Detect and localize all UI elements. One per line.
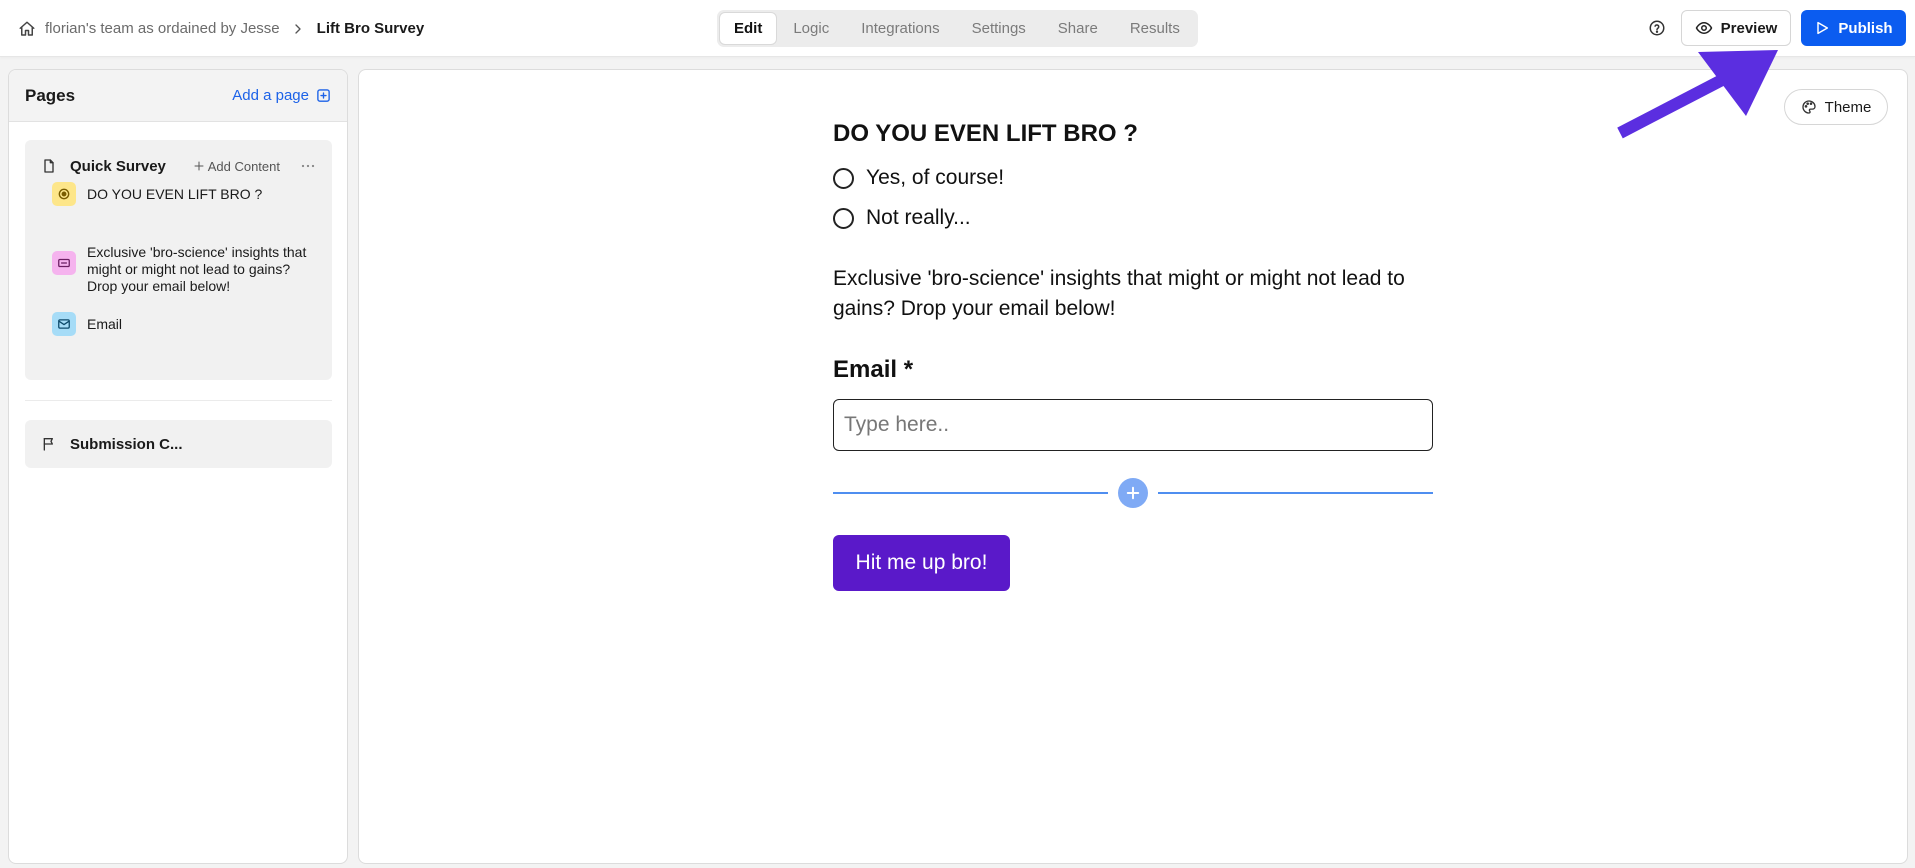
divider-line-right bbox=[1158, 492, 1433, 494]
content-item-label: Email bbox=[87, 316, 123, 332]
content-item-label: Exclusive 'bro-science' insights that mi… bbox=[87, 244, 307, 294]
tab-edit[interactable]: Edit bbox=[719, 12, 778, 45]
chevron-right-icon bbox=[290, 21, 306, 37]
page-card-submission[interactable]: Submission C... bbox=[25, 420, 332, 468]
text-block-icon bbox=[52, 251, 76, 275]
document-icon bbox=[41, 158, 57, 174]
eye-icon bbox=[1695, 19, 1713, 37]
page-header: Quick Survey Add Content bbox=[41, 154, 318, 178]
option-label: Yes, of course! bbox=[866, 166, 1005, 189]
add-page-label: Add a page bbox=[232, 87, 309, 104]
content-item-email[interactable]: Email bbox=[52, 312, 122, 336]
submit-button[interactable]: Hit me up bro! bbox=[833, 535, 1010, 591]
mail-icon bbox=[52, 312, 76, 336]
breadcrumb: florian's team as ordained by Jesse Lift… bbox=[18, 0, 424, 57]
tab-results[interactable]: Results bbox=[1114, 12, 1196, 45]
home-icon[interactable] bbox=[18, 20, 36, 38]
pages-title: Pages bbox=[25, 85, 76, 105]
radio-button[interactable] bbox=[833, 207, 854, 229]
email-field[interactable] bbox=[833, 399, 1433, 451]
paragraph-text[interactable]: Exclusive 'bro-science' insights that mi… bbox=[833, 264, 1433, 324]
plus-icon bbox=[193, 160, 205, 172]
divider bbox=[25, 400, 332, 401]
content-item-label: DO YOU EVEN LIFT BRO ? bbox=[87, 186, 263, 202]
tab-integrations[interactable]: Integrations bbox=[845, 12, 955, 45]
radio-button[interactable] bbox=[833, 167, 854, 189]
tab-settings[interactable]: Settings bbox=[956, 12, 1042, 45]
form-canvas bbox=[358, 69, 1908, 864]
pages-panel-header: Pages Add a page bbox=[9, 70, 347, 122]
tab-logic[interactable]: Logic bbox=[777, 12, 845, 45]
preview-label: Preview bbox=[1720, 19, 1778, 37]
question-title[interactable]: DO YOU EVEN LIFT BRO ? bbox=[833, 120, 1138, 148]
add-block-button[interactable] bbox=[1118, 478, 1148, 508]
theme-button[interactable]: Theme bbox=[1784, 89, 1888, 125]
add-square-icon bbox=[316, 88, 331, 103]
radio-target-icon bbox=[52, 182, 76, 206]
option-label: Not really... bbox=[866, 206, 971, 229]
add-page-button[interactable]: Add a page bbox=[232, 87, 331, 104]
add-block-divider bbox=[833, 478, 1433, 508]
publish-button[interactable]: Publish bbox=[1801, 10, 1906, 46]
play-icon bbox=[1814, 20, 1830, 36]
radio-option-yes[interactable]: Yes, of course! bbox=[833, 166, 1004, 190]
breadcrumb-current[interactable]: Lift Bro Survey bbox=[317, 20, 425, 37]
email-label: Email * bbox=[833, 356, 914, 383]
add-content-label: Add Content bbox=[207, 158, 280, 174]
editor-tabs: Edit Logic Integrations Settings Share R… bbox=[717, 10, 1198, 47]
flag-icon bbox=[41, 436, 57, 452]
page-name[interactable]: Quick Survey bbox=[70, 158, 166, 175]
radio-option-no[interactable]: Not really... bbox=[833, 206, 971, 230]
content-item-paragraph[interactable]: Exclusive 'bro-science' insights that mi… bbox=[52, 244, 317, 295]
breadcrumb-team[interactable]: florian's team as ordained by Jesse bbox=[45, 20, 280, 37]
annotation-arrow-icon bbox=[1617, 50, 1778, 139]
preview-button[interactable]: Preview bbox=[1681, 10, 1791, 46]
theme-label: Theme bbox=[1824, 98, 1872, 116]
tab-share[interactable]: Share bbox=[1042, 12, 1114, 45]
more-horizontal-icon[interactable] bbox=[298, 156, 318, 176]
plus-icon bbox=[1124, 484, 1142, 502]
divider-line-left bbox=[833, 492, 1108, 494]
publish-label: Publish bbox=[1838, 19, 1893, 37]
palette-icon bbox=[1801, 99, 1817, 115]
content-item-question[interactable]: DO YOU EVEN LIFT BRO ? bbox=[52, 182, 262, 206]
pages-panel: Pages Add a page Quick Survey Add Conten… bbox=[8, 69, 348, 864]
add-content-button[interactable]: Add Content bbox=[193, 159, 280, 174]
page-card-quick-survey[interactable]: Quick Survey Add Content DO YOU EVEN LIF… bbox=[25, 140, 332, 380]
submission-page-name: Submission C... bbox=[70, 435, 183, 453]
help-circle-icon[interactable] bbox=[1648, 19, 1666, 37]
